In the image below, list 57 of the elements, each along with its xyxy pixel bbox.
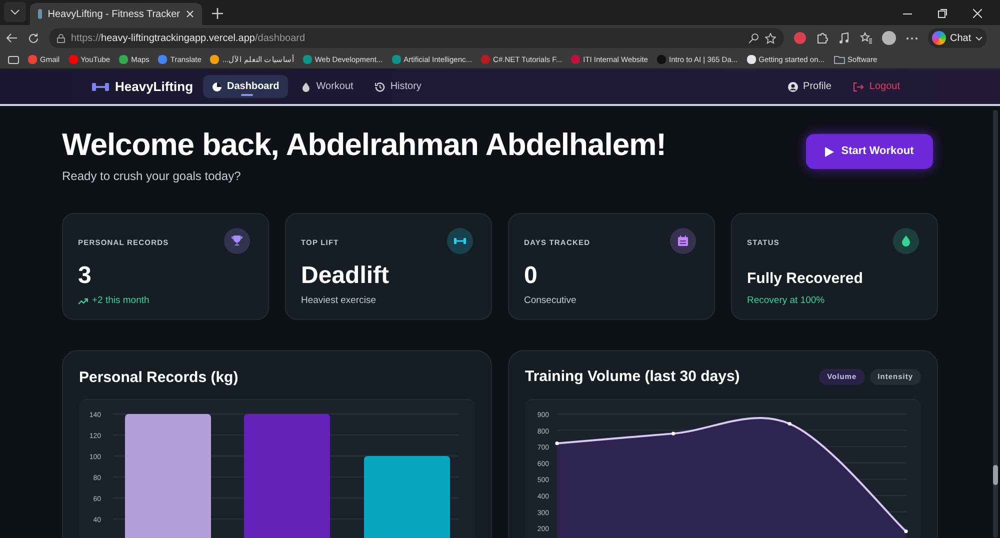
new-tab-icon[interactable] bbox=[212, 8, 223, 19]
welcome-subtitle: Ready to crush your goals today? bbox=[62, 168, 242, 185]
reload-icon[interactable] bbox=[28, 32, 39, 44]
stat-value: Deadlift bbox=[301, 262, 390, 290]
logout-icon bbox=[853, 82, 864, 92]
history-icon bbox=[375, 82, 386, 92]
welcome-heading: Welcome back, Abdelrahman Abdelhalem! bbox=[62, 126, 666, 164]
stat-note: +2 this month bbox=[92, 294, 150, 308]
data-point bbox=[904, 530, 908, 534]
star-icon[interactable] bbox=[765, 32, 776, 44]
data-point bbox=[555, 442, 559, 446]
sidebar-icon[interactable] bbox=[8, 56, 19, 64]
address-bar[interactable]: https://heavy-liftingtrackingapp.vercel.app/dashboard bbox=[49, 28, 784, 48]
lock-icon bbox=[57, 34, 65, 42]
user-icon bbox=[788, 82, 798, 92]
stat-value: 3 bbox=[78, 262, 92, 290]
chat-button[interactable]: Chat bbox=[928, 28, 988, 48]
tab-list-button[interactable] bbox=[4, 2, 26, 22]
data-point bbox=[672, 432, 676, 436]
stat-value: Fully Recovered bbox=[747, 269, 864, 290]
caret-icon bbox=[975, 36, 984, 40]
start-workout-button[interactable]: Start Workout bbox=[806, 134, 933, 169]
puzzle-icon[interactable] bbox=[816, 32, 828, 44]
play-icon bbox=[825, 146, 834, 156]
chart-pie-icon bbox=[212, 82, 222, 92]
profile-link[interactable]: Profile bbox=[788, 79, 832, 94]
browser-tab[interactable]: HeavyLifting - Fitness Tracker bbox=[30, 3, 202, 25]
trend-up-icon bbox=[78, 298, 88, 305]
stat-value: 0 bbox=[524, 262, 538, 290]
extension-icon[interactable] bbox=[794, 32, 806, 44]
stat-note: Heaviest exercise bbox=[301, 294, 377, 308]
chevron-icon bbox=[10, 9, 20, 15]
chart-title: Personal Records (kg) bbox=[79, 368, 240, 387]
tab-title: HeavyLifting - Fitness Tracker bbox=[48, 8, 180, 22]
favorites-icon[interactable] bbox=[860, 32, 872, 44]
restore-icon[interactable] bbox=[938, 9, 947, 18]
logout-link[interactable]: Logout bbox=[853, 79, 900, 94]
chart-title: Training Volume (last 30 days) bbox=[525, 366, 740, 387]
copilot-icon bbox=[932, 31, 946, 45]
stat-note: Consecutive bbox=[524, 294, 578, 308]
folder-icon bbox=[834, 55, 845, 64]
favicon-icon bbox=[38, 9, 42, 19]
close-tab-icon[interactable] bbox=[186, 10, 194, 18]
more-icon[interactable] bbox=[906, 36, 918, 40]
nav-tab[interactable]: Workout bbox=[292, 75, 362, 98]
profile-avatar[interactable] bbox=[882, 31, 896, 45]
dumbbell-logo-icon bbox=[92, 82, 109, 92]
brand-name[interactable]: HeavyLifting bbox=[115, 76, 194, 96]
nav-tab[interactable]: Dashboard bbox=[203, 75, 288, 98]
scrollbar[interactable] bbox=[993, 110, 998, 538]
back-icon[interactable] bbox=[6, 33, 18, 43]
data-point bbox=[788, 422, 792, 426]
close-icon[interactable] bbox=[973, 9, 982, 18]
stat-note: Recovery at 100% bbox=[747, 294, 826, 308]
url-text: https://heavy-liftingtrackingapp.vercel.app/dashboard bbox=[71, 32, 306, 46]
nav-tab[interactable]: History bbox=[366, 75, 430, 98]
music-icon[interactable] bbox=[838, 32, 850, 44]
